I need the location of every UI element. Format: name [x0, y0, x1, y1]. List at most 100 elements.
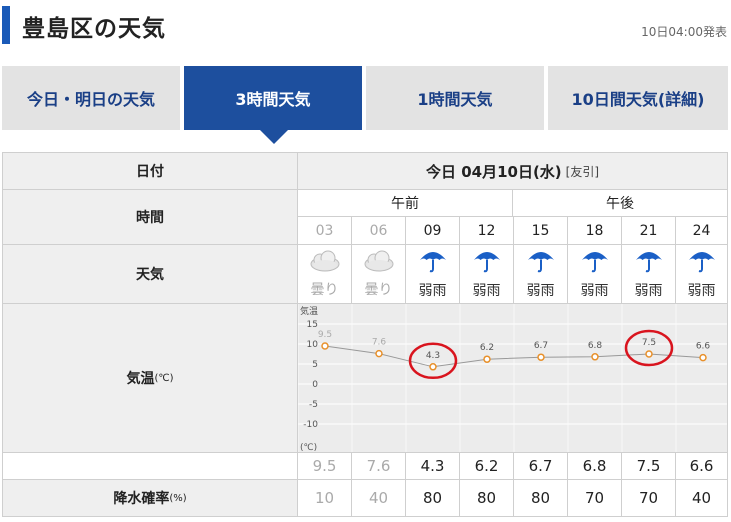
- temp-point-label: 9.5: [318, 330, 332, 340]
- temp-point: [429, 363, 437, 371]
- temp-chart-cell: 気温 15 10 5 0 -5 -10 (℃) 9.5 7.6 4.3 6.2 6.7 6.8 7.5 6.6: [297, 303, 729, 453]
- hour-cell: 09: [405, 216, 460, 245]
- title-accent-bar: [2, 6, 10, 44]
- weather-cell: 弱雨: [459, 244, 514, 304]
- umbrella-icon: [526, 248, 556, 278]
- temp-point: [537, 353, 545, 361]
- precip-cell: 80: [405, 479, 460, 517]
- temp-value-cell: 6.8: [567, 452, 622, 480]
- precip-cell: 70: [621, 479, 676, 517]
- temp-point-label: 6.6: [696, 342, 711, 352]
- weather-label: 弱雨: [418, 283, 447, 299]
- weather-label: 曇り: [364, 282, 393, 298]
- umbrella-icon: [687, 248, 717, 278]
- weather-label: 弱雨: [526, 283, 555, 299]
- time-label: 時間: [2, 189, 298, 245]
- precip-cell: 70: [567, 479, 622, 517]
- chart-ytick-label: -10: [303, 420, 318, 430]
- temp-point: [483, 355, 491, 363]
- forecast-table: 日付 今日 04月10日(水) [友引] 時間 午前 午後 天気 気温 (℃) 気…: [2, 152, 729, 522]
- chart-ytick-label: 5: [312, 360, 318, 370]
- temp-label: 気温: [126, 371, 155, 387]
- hour-cell: 18: [567, 216, 622, 245]
- tab-today-tomorrow[interactable]: 今日・明日の天気: [2, 66, 180, 130]
- precip-label: 降水確率: [113, 491, 170, 507]
- temp-point: [591, 353, 599, 361]
- temp-point-label: 4.3: [426, 351, 440, 361]
- precip-label-cell: 降水確率 (%): [2, 479, 298, 517]
- temp-point: [699, 353, 707, 362]
- chart-axis-title: 気温: [300, 305, 318, 317]
- temp-point-label: 6.2: [480, 343, 494, 353]
- temp-point: [321, 342, 329, 350]
- chart-column-bg: [677, 304, 729, 452]
- tab-3hour[interactable]: 3時間天気: [184, 66, 362, 130]
- temp-point: [645, 350, 653, 358]
- date-value: 今日 04月10日(水): [425, 162, 562, 181]
- weather-cell: 弱雨: [405, 244, 460, 304]
- temp-unit: (℃): [154, 372, 174, 384]
- temp-point-label: 6.7: [534, 341, 548, 351]
- chart-column-bg: [515, 304, 567, 452]
- chart-ytick-label: 10: [307, 340, 319, 350]
- umbrella-icon: [472, 248, 502, 278]
- precip-cell: 80: [513, 479, 568, 517]
- tab-1hour[interactable]: 1時間天気: [366, 66, 544, 130]
- page-header: 豊島区の天気 10日04:00発表: [0, 0, 731, 48]
- chart-ytick-label: 15: [307, 320, 318, 330]
- temp-label-cell: 気温 (℃): [2, 303, 298, 453]
- chart-ytick-label: -5: [309, 400, 318, 410]
- weather-cell: 弱雨: [675, 244, 728, 304]
- hour-cell: 21: [621, 216, 676, 245]
- precip-cell: 10: [297, 479, 352, 517]
- chart-column-bg: [623, 304, 675, 452]
- weather-label: 天気: [2, 244, 298, 304]
- am-label: 午前: [297, 189, 513, 217]
- temp-point-label: 7.5: [642, 338, 656, 348]
- forecast-tabs: 今日・明日の天気 3時間天気 1時間天気 10日間天気(詳細): [0, 66, 731, 132]
- date-label: 日付: [2, 152, 298, 190]
- precip-cell: 40: [351, 479, 406, 517]
- temp-value-cell: 9.5: [297, 452, 352, 480]
- precip-unit: (%): [169, 492, 187, 504]
- chart-column-bg: [353, 304, 405, 452]
- umbrella-icon: [418, 248, 448, 278]
- temp-value-cell: 6.6: [675, 452, 728, 480]
- page-title: 豊島区の天気: [22, 16, 166, 42]
- chart-axis-unit: (℃): [300, 443, 317, 452]
- weather-cell: 曇り: [351, 244, 406, 304]
- published-time: 10日04:00発表: [641, 25, 727, 39]
- hour-cell: 15: [513, 216, 568, 245]
- temp-values-label-blank: [2, 452, 298, 480]
- weather-label: 曇り: [310, 282, 339, 298]
- precip-cell: 80: [459, 479, 514, 517]
- temp-point-label: 6.8: [588, 341, 603, 351]
- pm-label: 午後: [512, 189, 728, 217]
- weather-cell: 弱雨: [513, 244, 568, 304]
- umbrella-icon: [634, 248, 664, 278]
- temp-value-cell: 6.2: [459, 452, 514, 480]
- weather-label: 弱雨: [634, 283, 663, 299]
- temp-value-cell: 7.5: [621, 452, 676, 480]
- weather-label: 弱雨: [580, 283, 609, 299]
- weather-cell: 弱雨: [621, 244, 676, 304]
- hour-cell: 24: [675, 216, 728, 245]
- cloud-icon: [362, 249, 396, 277]
- temp-point-label: 7.6: [372, 338, 387, 348]
- hour-cell: 03: [297, 216, 352, 245]
- temp-value-cell: 4.3: [405, 452, 460, 480]
- precip-cell: 40: [675, 479, 728, 517]
- hour-cell: 06: [351, 216, 406, 245]
- tab-10day[interactable]: 10日間天気(詳細): [548, 66, 728, 130]
- chart-ytick-label: 0: [312, 380, 318, 390]
- temperature-chart: 気温 15 10 5 0 -5 -10 (℃) 9.5 7.6 4.3 6.2 6.7 6.8 7.5 6.6: [298, 304, 729, 453]
- temp-value-cell: 7.6: [351, 452, 406, 480]
- weather-label: 弱雨: [472, 283, 501, 299]
- chart-column-bg: [569, 304, 621, 452]
- rokuyo-note: [友引]: [565, 164, 600, 179]
- weather-label: 弱雨: [687, 283, 716, 299]
- weather-cell: 曇り: [297, 244, 352, 304]
- temp-point: [375, 349, 383, 358]
- hour-cell: 12: [459, 216, 514, 245]
- date-header: 今日 04月10日(水) [友引]: [297, 152, 728, 190]
